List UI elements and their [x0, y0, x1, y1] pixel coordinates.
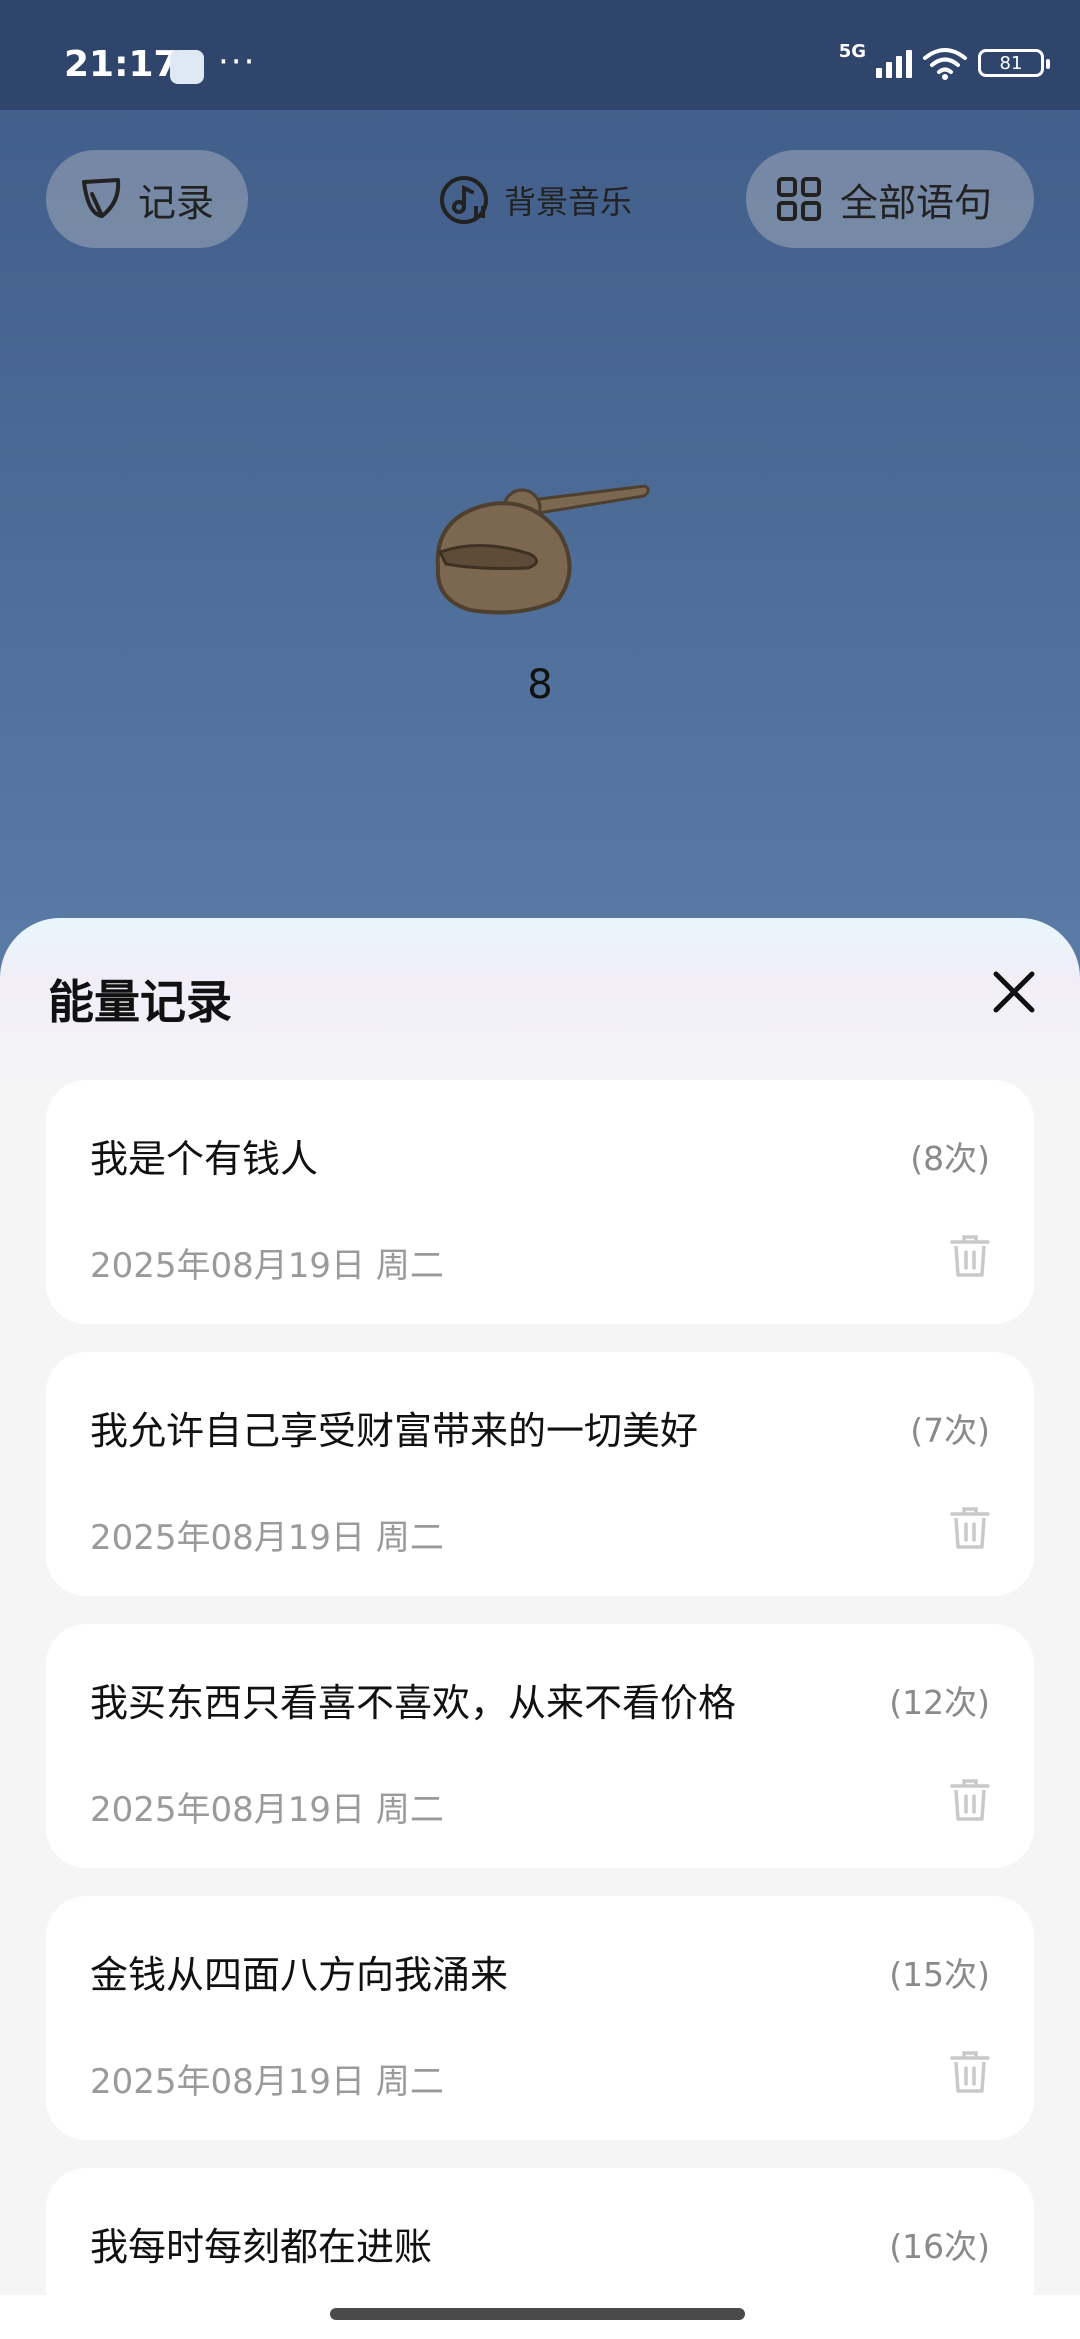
- signal-icon: [876, 48, 912, 78]
- trash-icon[interactable]: [950, 2050, 990, 2094]
- trash-icon[interactable]: [950, 1506, 990, 1550]
- record-date: 2025年08月19日 周二: [90, 1790, 444, 1830]
- record-count: (8次): [910, 1139, 990, 1178]
- record-phrase: 金钱从四面八方向我涌来: [90, 1953, 509, 1997]
- home-indicator[interactable]: [330, 2308, 745, 2320]
- close-icon[interactable]: [990, 968, 1038, 1016]
- record-date: 2025年08月19日 周二: [90, 2062, 444, 2102]
- all-phrases-button[interactable]: 全部语句: [746, 150, 1034, 248]
- record-count: (7次): [910, 1411, 990, 1450]
- app-notification-icon: [170, 50, 204, 84]
- music-label: 背景音乐: [504, 183, 633, 221]
- energy-record-sheet: 能量记录 我是个有钱人 (8次) 2025年08月19日 周二 我允许自己享受财…: [0, 918, 1080, 2339]
- all-phrases-label: 全部语句: [840, 180, 993, 225]
- music-note-icon: [440, 176, 488, 224]
- record-count: (15次): [889, 1955, 990, 1994]
- sheet-title: 能量记录: [48, 975, 232, 1029]
- record-phrase: 我是个有钱人: [90, 1137, 319, 1181]
- status-time: 21:17: [64, 44, 179, 85]
- record-count: (16次): [889, 2227, 990, 2266]
- record-count: (12次): [889, 1683, 990, 1722]
- record-card[interactable]: 金钱从四面八方向我涌来 (15次) 2025年08月19日 周二: [46, 1896, 1034, 2140]
- record-label: 记录: [138, 180, 215, 225]
- overflow-indicator: ···: [218, 42, 257, 82]
- leaf-icon: [82, 178, 121, 218]
- grid-icon: [777, 177, 821, 221]
- wooden-fish-icon[interactable]: [420, 450, 660, 625]
- status-indicators: 5G 81: [839, 41, 1050, 80]
- wifi-icon: [923, 48, 967, 80]
- status-bar: 21:17 ··· 5G 81: [0, 0, 1080, 110]
- record-card[interactable]: 我买东西只看喜不喜欢，从来不看价格 (12次) 2025年08月19日 周二: [46, 1624, 1034, 1868]
- record-card[interactable]: 我允许自己享受财富带来的一切美好 (7次) 2025年08月19日 周二: [46, 1352, 1034, 1596]
- record-phrase: 我允许自己享受财富带来的一切美好: [90, 1409, 699, 1453]
- tap-counter: 8: [527, 662, 553, 708]
- background-music-button[interactable]: 背景音乐: [438, 170, 632, 230]
- record-button[interactable]: 记录: [46, 150, 248, 248]
- battery-icon: 81: [978, 49, 1050, 77]
- record-phrase: 我每时每刻都在进账: [90, 2225, 433, 2269]
- record-card[interactable]: 我是个有钱人 (8次) 2025年08月19日 周二: [46, 1080, 1034, 1324]
- record-date: 2025年08月19日 周二: [90, 1246, 444, 1286]
- battery-level: 81: [999, 52, 1023, 74]
- trash-icon[interactable]: [950, 1234, 990, 1278]
- network-type: 5G: [838, 40, 866, 62]
- record-date: 2025年08月19日 周二: [90, 1518, 444, 1558]
- trash-icon[interactable]: [950, 1778, 990, 1822]
- record-phrase: 我买东西只看喜不喜欢，从来不看价格: [90, 1681, 737, 1725]
